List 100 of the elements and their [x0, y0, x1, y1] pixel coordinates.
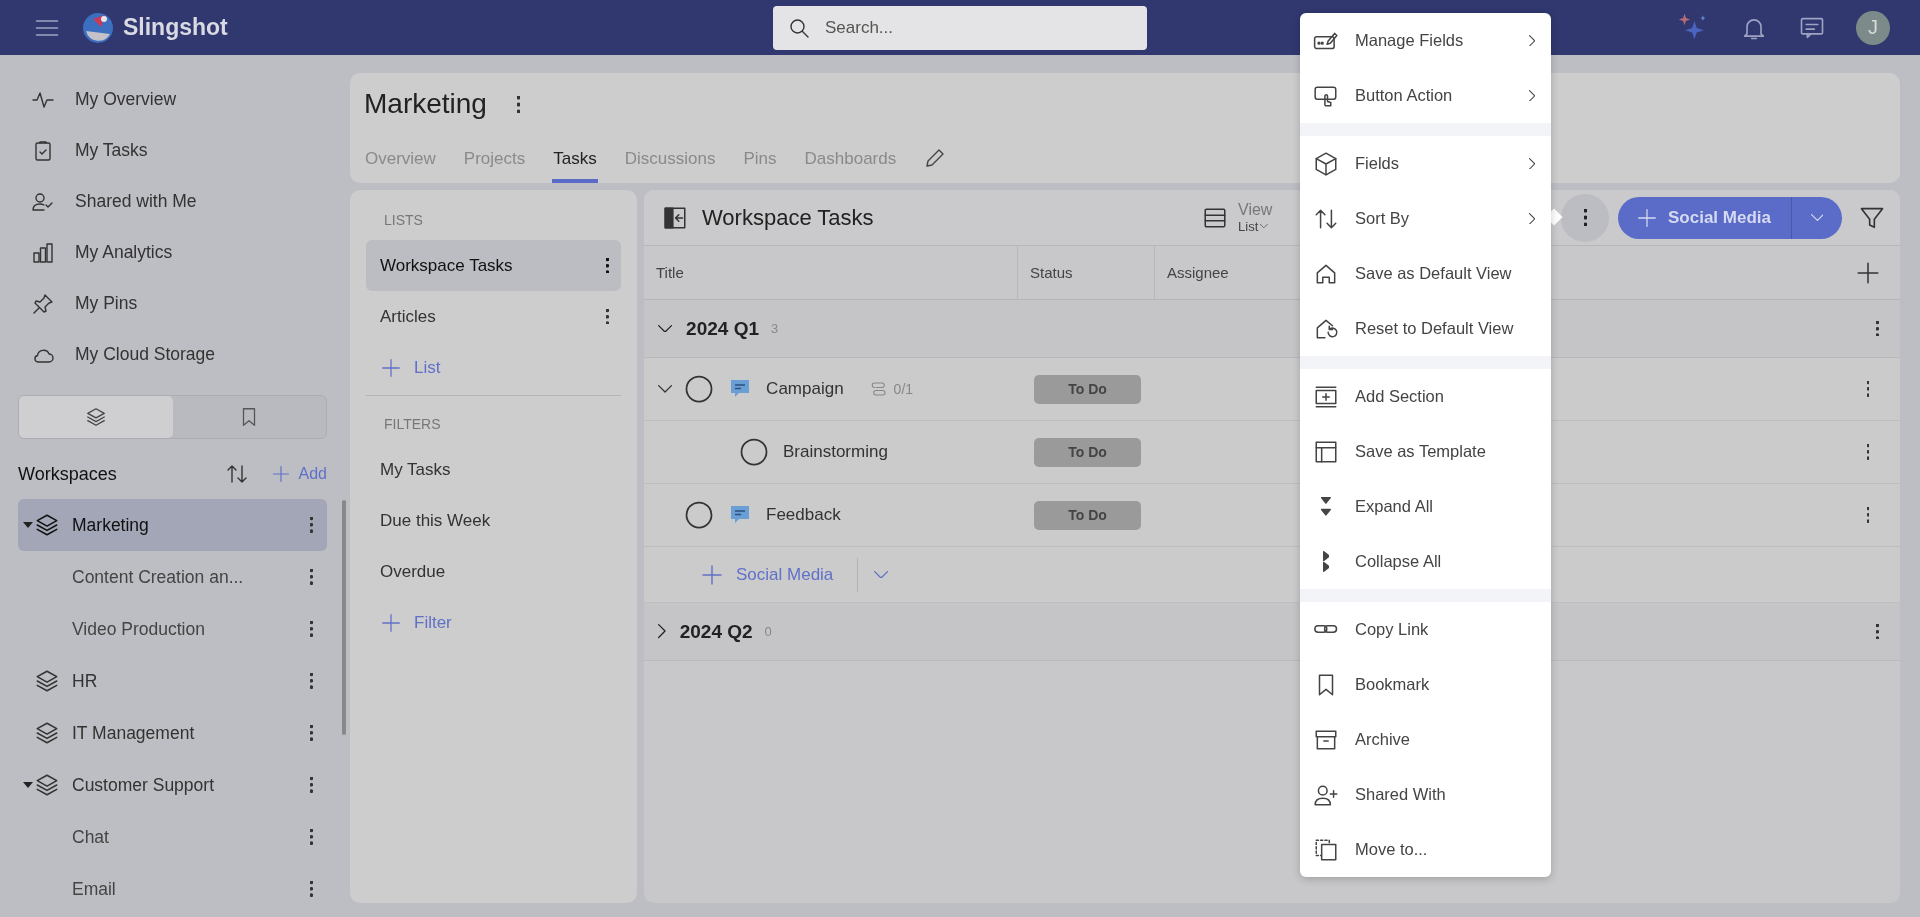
more-button[interactable] — [310, 777, 313, 793]
chevron-down-icon — [658, 385, 673, 393]
group-name: 2024 Q2 — [679, 620, 753, 643]
list-item[interactable]: Overdue — [366, 546, 621, 597]
group-count: 0 — [764, 624, 772, 639]
chevron-right-icon — [658, 624, 666, 639]
collapse-panel-button[interactable] — [662, 204, 688, 231]
menu-item[interactable]: Archive — [1300, 712, 1551, 767]
sidebar-nav-item[interactable]: My Overview — [0, 74, 345, 125]
section-heading: LISTS — [383, 211, 424, 230]
workspace-item[interactable]: HR — [18, 655, 327, 707]
subtask-count: 0/1 — [893, 381, 914, 397]
more-button[interactable] — [1866, 381, 1870, 397]
kebab-icon — [516, 95, 520, 113]
plus-icon — [270, 464, 291, 484]
expand-button[interactable] — [658, 324, 673, 333]
more-button[interactable] — [516, 95, 520, 113]
kebab-icon — [310, 881, 313, 897]
kebab-icon — [1876, 320, 1879, 337]
workspace-item[interactable]: Customer Support — [18, 759, 327, 811]
sidebar-nav-item[interactable]: My Pins — [0, 278, 345, 329]
expand-button[interactable] — [658, 385, 673, 393]
circle-icon — [739, 437, 769, 467]
more-button[interactable] — [1876, 623, 1879, 640]
more-button[interactable] — [1866, 507, 1870, 523]
more-button[interactable] — [1866, 444, 1870, 460]
page-title: Marketing — [364, 88, 487, 120]
menu-item[interactable]: Collapse All — [1300, 534, 1551, 589]
chevron-right-icon — [1528, 89, 1535, 102]
view-switcher-tab[interactable] — [19, 396, 173, 438]
list-title: Workspace Tasks — [702, 204, 874, 231]
group-name: 2024 Q1 — [686, 317, 759, 340]
chevron-right-icon — [1528, 34, 1535, 47]
workspace-item[interactable]: Video Production — [18, 603, 327, 655]
menu-item[interactable]: Save as Default View — [1300, 246, 1551, 301]
menu-item[interactable]: Copy Link — [1300, 602, 1551, 657]
menu-item[interactable]: Fields — [1300, 136, 1551, 191]
menu-item[interactable]: Move to... — [1300, 822, 1551, 877]
tab[interactable]: Tasks — [552, 139, 598, 183]
layers-icon — [34, 720, 60, 746]
more-button[interactable] — [310, 673, 313, 689]
view-mode-dropdown[interactable]: List — [1238, 220, 1273, 233]
kebab-icon — [606, 308, 609, 325]
task-title[interactable]: Campaign — [766, 379, 844, 399]
list-item[interactable]: Articles — [366, 291, 621, 342]
workspace-item[interactable]: Marketing — [18, 499, 327, 551]
task-title[interactable]: Brainstorming — [783, 442, 888, 462]
workspace-item[interactable]: Chat — [18, 811, 327, 863]
expand-button[interactable] — [658, 624, 666, 639]
workspace-item[interactable]: Content Creation an... — [18, 551, 327, 603]
workspace-item[interactable]: IT Management — [18, 707, 327, 759]
kebab-icon — [310, 517, 313, 533]
sidebar-nav-item[interactable]: My Cloud Storage — [0, 329, 345, 380]
list-item[interactable]: Due this Week — [366, 495, 621, 546]
menu-item[interactable]: Reset to Default View — [1300, 301, 1551, 356]
list-item[interactable]: Workspace Tasks — [366, 240, 621, 291]
more-button[interactable] — [310, 829, 313, 845]
menu-item[interactable]: Manage Fields — [1300, 13, 1551, 68]
layers-icon — [84, 406, 107, 428]
kebab-icon — [310, 569, 313, 585]
chevron-down-icon — [1810, 214, 1824, 221]
search-field[interactable]: Search... — [773, 5, 1147, 50]
add-section-icon — [1313, 383, 1339, 410]
more-button[interactable] — [1876, 320, 1879, 337]
sidebar-nav-item[interactable]: Shared with Me — [0, 176, 345, 227]
menu-item[interactable]: Sort By — [1300, 191, 1551, 246]
task-complete-checkbox[interactable] — [684, 500, 714, 530]
link-icon — [1314, 625, 1338, 634]
circle-icon — [684, 500, 714, 530]
task-title[interactable]: Feedback — [766, 505, 841, 525]
chevron-down-icon — [874, 570, 889, 579]
app-name: Slingshot — [123, 14, 228, 41]
menu-item[interactable]: Expand All — [1300, 479, 1551, 534]
sidebar-nav-item[interactable]: My Tasks — [0, 125, 345, 176]
bar-chart-icon — [31, 240, 55, 265]
menu-item[interactable]: Shared With — [1300, 767, 1551, 822]
task-complete-checkbox[interactable] — [739, 437, 769, 467]
more-button[interactable] — [310, 621, 313, 637]
kebab-icon — [310, 621, 313, 637]
more-button[interactable] — [310, 725, 313, 741]
more-button[interactable] — [310, 517, 313, 533]
menu-item[interactable]: Add Section — [1300, 369, 1551, 424]
workspace-item[interactable]: Email — [18, 863, 327, 915]
menu-item[interactable]: Bookmark — [1300, 657, 1551, 712]
layers-icon — [34, 772, 60, 798]
task-complete-checkbox[interactable] — [684, 374, 715, 404]
chevron-right-icon — [1528, 212, 1535, 225]
more-button[interactable] — [310, 569, 313, 585]
group-count: 3 — [771, 321, 779, 336]
panel-collapse-icon — [662, 204, 688, 231]
plus-icon — [380, 356, 402, 379]
layers-icon — [34, 668, 60, 694]
more-button[interactable] — [310, 881, 313, 897]
add-options-button[interactable] — [874, 570, 889, 579]
scrollbar[interactable] — [342, 500, 346, 735]
kebab-icon — [1583, 209, 1587, 226]
list-item[interactable]: My Tasks — [366, 444, 621, 495]
menu-item[interactable]: Save as Template — [1300, 424, 1551, 479]
menu-item[interactable]: Button Action — [1300, 68, 1551, 123]
sidebar-nav-item[interactable]: My Analytics — [0, 227, 345, 278]
